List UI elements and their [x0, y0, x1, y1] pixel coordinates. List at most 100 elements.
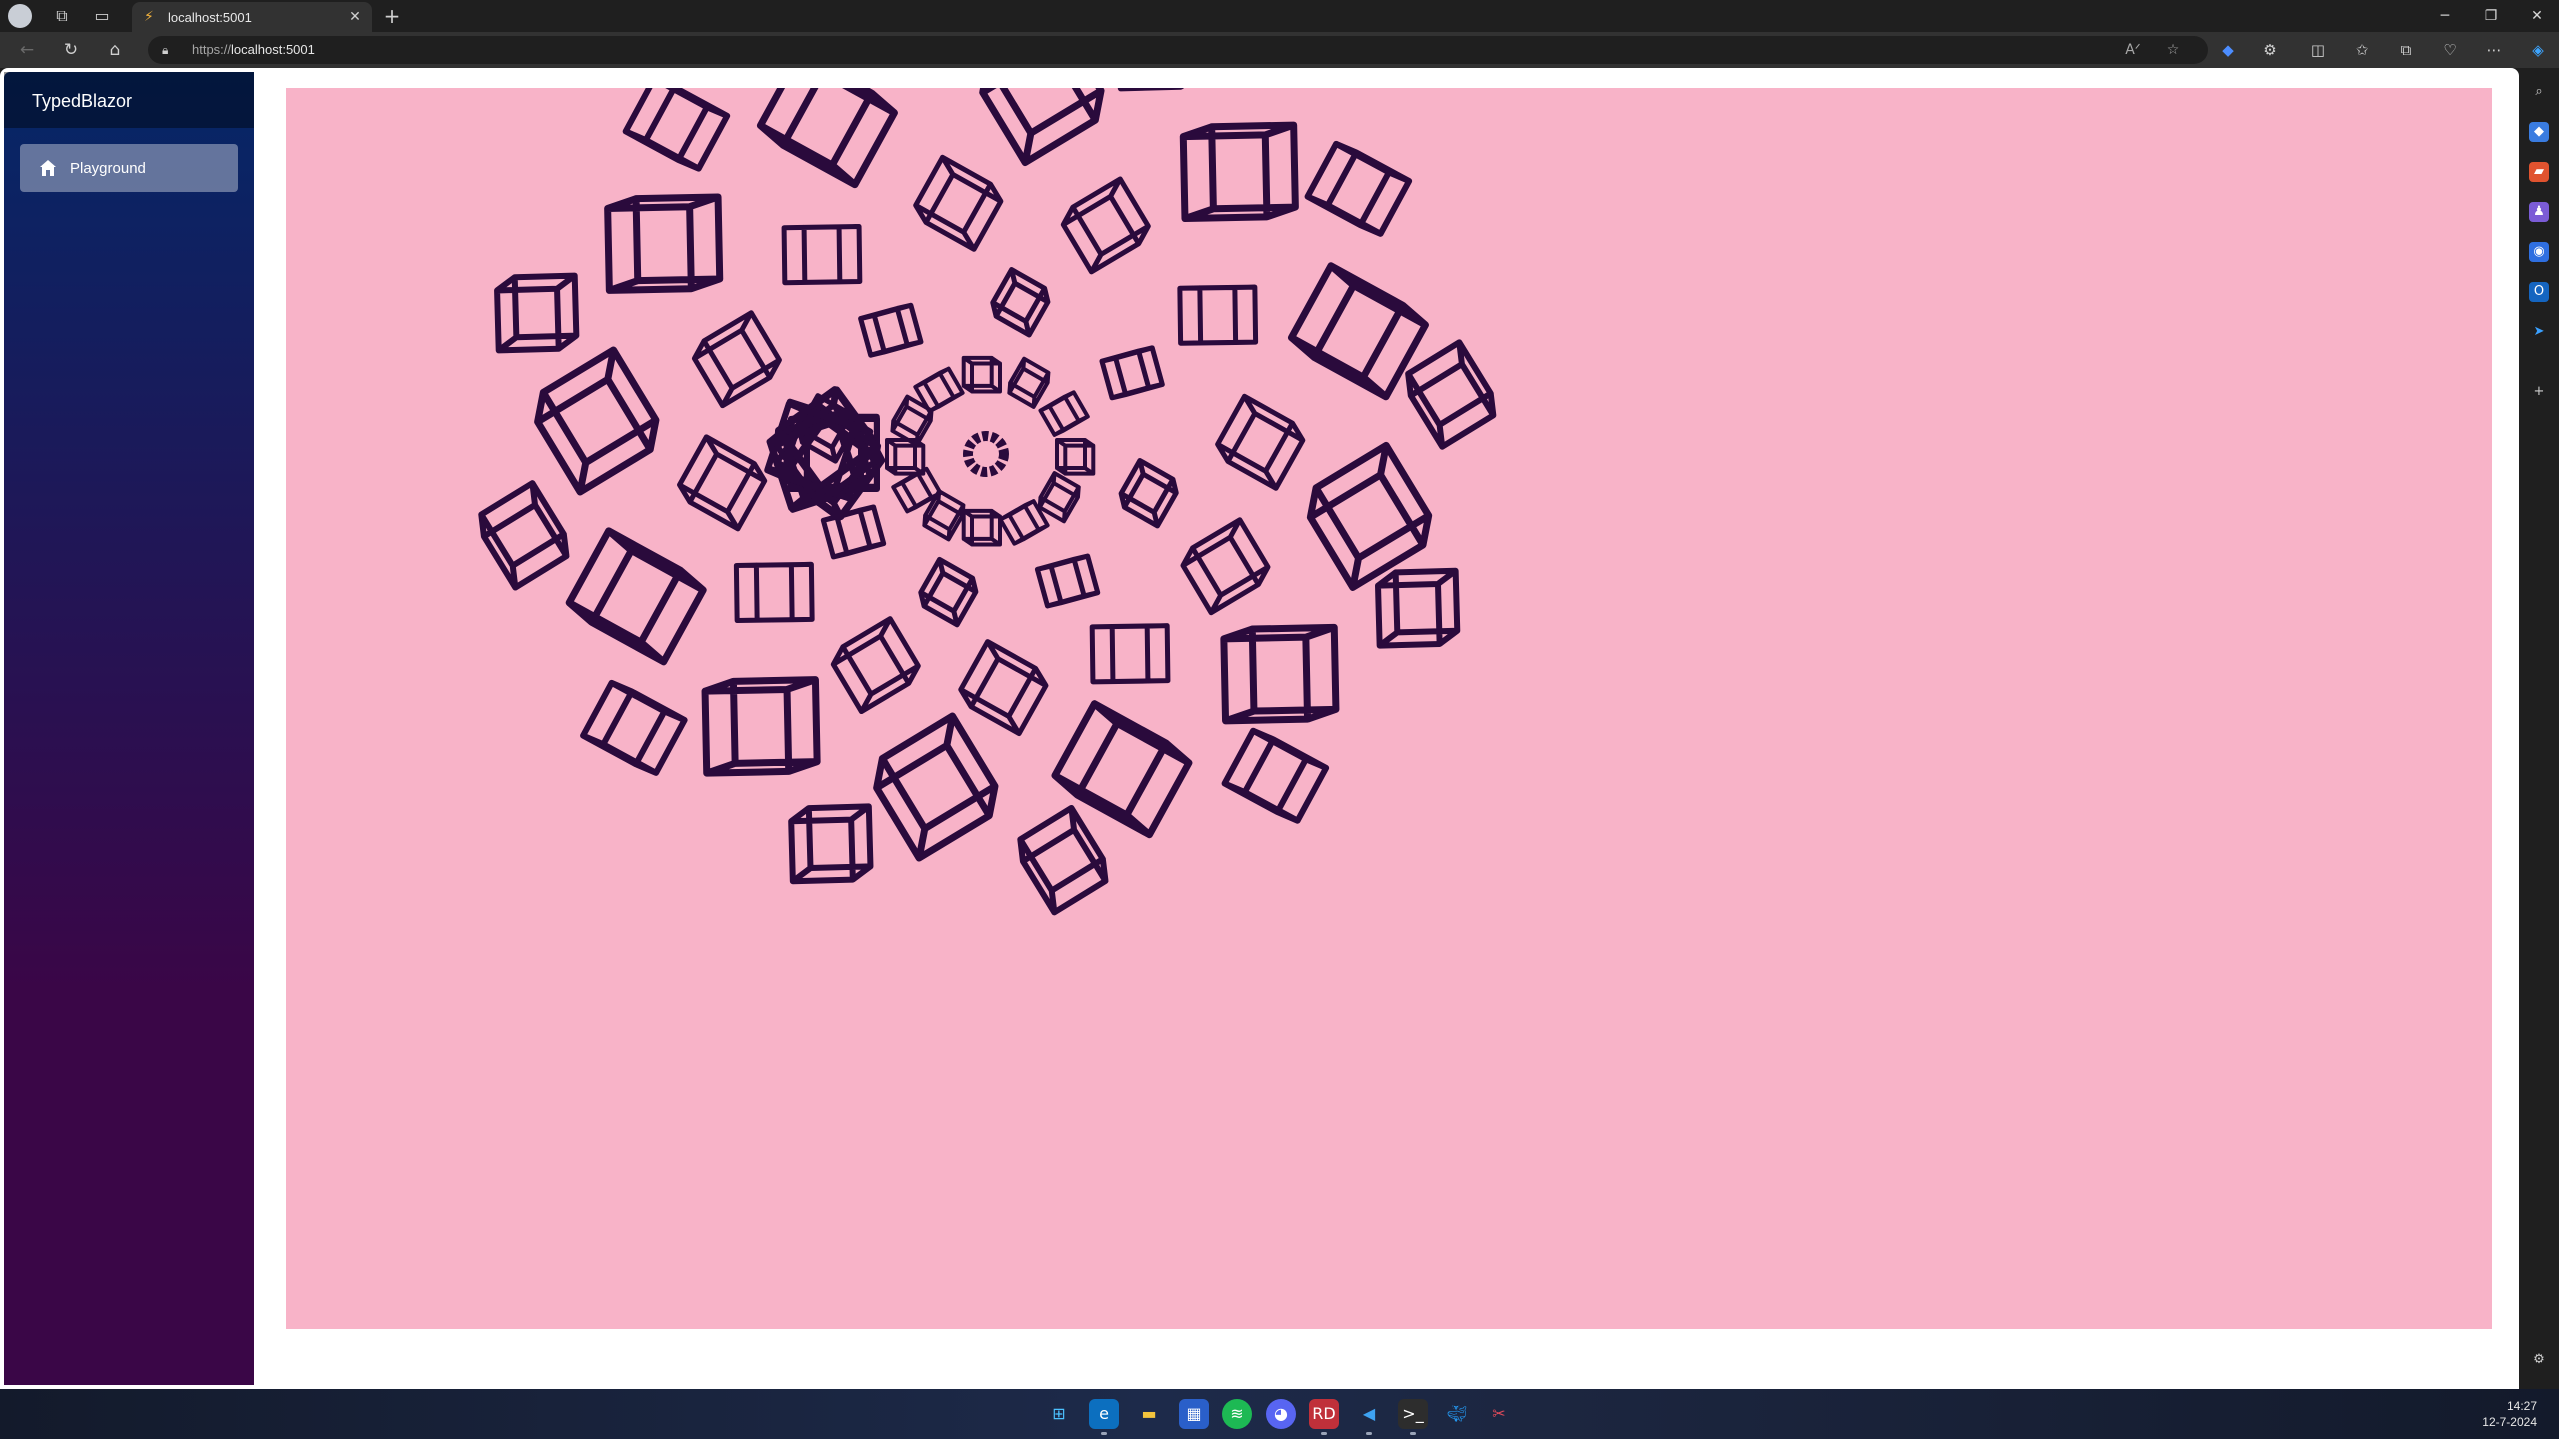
- wireframe-cube: [1215, 393, 1306, 491]
- collections-icon[interactable]: ⧉: [2394, 39, 2418, 61]
- wireframe-cube: [913, 154, 1004, 252]
- favorites-icon[interactable]: ✩: [2350, 39, 2374, 61]
- wireframe-cube: [890, 394, 934, 447]
- spotify-icon[interactable]: ≋: [1222, 1399, 1252, 1429]
- extension-shield-icon[interactable]: ◆: [2216, 39, 2240, 61]
- wireframe-cube: [858, 302, 924, 358]
- start-icon[interactable]: ⊞: [1044, 1399, 1074, 1429]
- edge-icon[interactable]: e: [1089, 1399, 1119, 1435]
- wireframe-cube: [830, 616, 921, 715]
- windows-taskbar: ⊞ e ▬ ▦ ≋ ◕ RD ◀ >_ 🐳︎ ✂ 14:27 12-7-2024: [0, 1389, 2559, 1439]
- tab-title: localhost:5001: [168, 10, 252, 25]
- wireframe-cube: [1089, 623, 1171, 685]
- wireframe-cube: [781, 224, 863, 286]
- wireframe-cube: [622, 75, 731, 172]
- wireframe-cube: [604, 193, 724, 294]
- wireframe-cube: [1304, 140, 1413, 237]
- wireframe-cube: [918, 556, 979, 628]
- minimize-button[interactable]: ─: [2430, 4, 2460, 28]
- copilot-icon[interactable]: ◈: [2526, 39, 2550, 61]
- wireframe-cube: [979, 68, 1105, 167]
- wireframe-cube: [1099, 345, 1165, 401]
- wireframe-cube: [1017, 804, 1109, 916]
- edge-sidebar: ⌕ ◆ ▰ ♟ ◉ O ➤ + ⚙: [2519, 68, 2559, 1389]
- lock-icon[interactable]: 🔒︎: [162, 41, 178, 59]
- wireframe-cube: [1221, 727, 1330, 824]
- sidebar-settings-icon[interactable]: ⚙: [2529, 1350, 2549, 1370]
- profile-avatar[interactable]: [8, 4, 32, 28]
- discord-icon[interactable]: ◕: [1266, 1399, 1296, 1429]
- favicon-icon: ⚡: [144, 9, 154, 25]
- wireframe-cube: [1180, 517, 1271, 616]
- search-icon[interactable]: ⌕: [2529, 82, 2549, 102]
- rider-icon[interactable]: RD: [1309, 1399, 1339, 1435]
- close-window-button[interactable]: ✕: [2522, 4, 2552, 28]
- send-icon[interactable]: ➤: [2529, 322, 2549, 342]
- wireframe-cube: [1179, 121, 1299, 223]
- wireframe-cube: [1038, 390, 1090, 437]
- browser-essentials-icon[interactable]: ♡: [2438, 39, 2462, 61]
- add-sidebar-app-icon[interactable]: +: [2529, 382, 2549, 402]
- snipping-icon[interactable]: ✂: [1484, 1399, 1514, 1429]
- wireframe-cube: [1177, 284, 1259, 346]
- wireframe-cube: [1220, 623, 1340, 725]
- wireframe-cube: [1375, 567, 1461, 649]
- more-menu-icon[interactable]: ⋯: [2482, 39, 2506, 61]
- wireframe-cube: [1060, 176, 1151, 275]
- playground-canvas[interactable]: [286, 68, 2492, 1329]
- cube-animation: [478, 68, 1497, 916]
- nav-item-label: Playground: [70, 160, 146, 177]
- restore-button[interactable]: ❐: [2476, 4, 2506, 28]
- store-icon[interactable]: ▦: [1179, 1399, 1209, 1429]
- wireframe-cube: [873, 712, 999, 862]
- read-aloud-icon[interactable]: Aᐟ: [2122, 40, 2144, 60]
- file-explorer-icon[interactable]: ▬: [1134, 1399, 1164, 1429]
- terminal-icon[interactable]: >_: [1398, 1399, 1428, 1435]
- wireframe-cube: [701, 676, 821, 777]
- wireframe-cube: [494, 272, 580, 354]
- system-clock[interactable]: 14:27 12-7-2024: [2482, 1398, 2537, 1430]
- clock-time: 14:27: [2506, 1399, 2537, 1413]
- center-ring: [963, 431, 1009, 477]
- wireframe-cube: [1007, 356, 1051, 409]
- extensions-icon[interactable]: ⚙: [2258, 39, 2282, 61]
- wireframe-cube: [958, 639, 1049, 737]
- nav-item-playground[interactable]: Playground: [20, 144, 238, 192]
- docker-icon[interactable]: 🐳︎: [1442, 1399, 1472, 1429]
- split-screen-icon[interactable]: ◫: [2306, 39, 2330, 61]
- address-bar[interactable]: 🔒︎ https://localhost:5001 Aᐟ ☆: [148, 36, 2208, 64]
- new-tab-button[interactable]: +: [380, 5, 404, 27]
- wireframe-cube: [788, 803, 874, 885]
- browser-tab-bar: ⧉ ▭ ⚡ localhost:5001 ✕ + ─ ❐ ✕: [0, 0, 2559, 32]
- wireframe-cube: [565, 527, 707, 666]
- workspaces-icon[interactable]: ⧉: [52, 6, 72, 26]
- clock-date: 12-7-2024: [2482, 1415, 2537, 1429]
- wireframe-cube: [1405, 339, 1497, 450]
- copilot-sidebar-icon[interactable]: ◉: [2529, 242, 2549, 262]
- browser-tab[interactable]: ⚡ localhost:5001 ✕: [132, 2, 372, 32]
- vscode-icon[interactable]: ◀: [1354, 1399, 1384, 1435]
- page-viewport: TypedBlazor Playground: [0, 68, 2519, 1389]
- wireframe-cube: [756, 68, 898, 189]
- games-icon[interactable]: ♟: [2529, 202, 2549, 222]
- brand-bar: TypedBlazor: [4, 72, 254, 128]
- close-tab-icon[interactable]: ✕: [346, 8, 364, 26]
- url-text: https://localhost:5001: [192, 42, 315, 57]
- wireframe-cube: [1118, 458, 1179, 529]
- favorite-star-icon[interactable]: ☆: [2162, 40, 2184, 60]
- wireframe-cube: [1034, 553, 1101, 609]
- app-brand[interactable]: TypedBlazor: [32, 91, 132, 112]
- refresh-button[interactable]: ↻: [58, 38, 84, 62]
- wireframe-cube: [580, 679, 688, 776]
- back-button[interactable]: ←: [14, 38, 40, 62]
- outlook-icon[interactable]: O: [2529, 282, 2549, 302]
- wireframe-cube: [677, 434, 768, 532]
- browser-toolbar: ← ↻ ⌂ 🔒︎ https://localhost:5001 Aᐟ ☆ ◆ ⚙…: [0, 32, 2559, 68]
- wireframe-cube: [691, 310, 782, 409]
- wireframe-cube: [990, 267, 1051, 338]
- tools-icon[interactable]: ▰: [2529, 162, 2549, 182]
- wireframe-cube: [961, 355, 1002, 394]
- shopping-icon[interactable]: ◆: [2529, 122, 2549, 142]
- tab-actions-icon[interactable]: ▭: [92, 6, 112, 26]
- home-button[interactable]: ⌂: [102, 38, 128, 62]
